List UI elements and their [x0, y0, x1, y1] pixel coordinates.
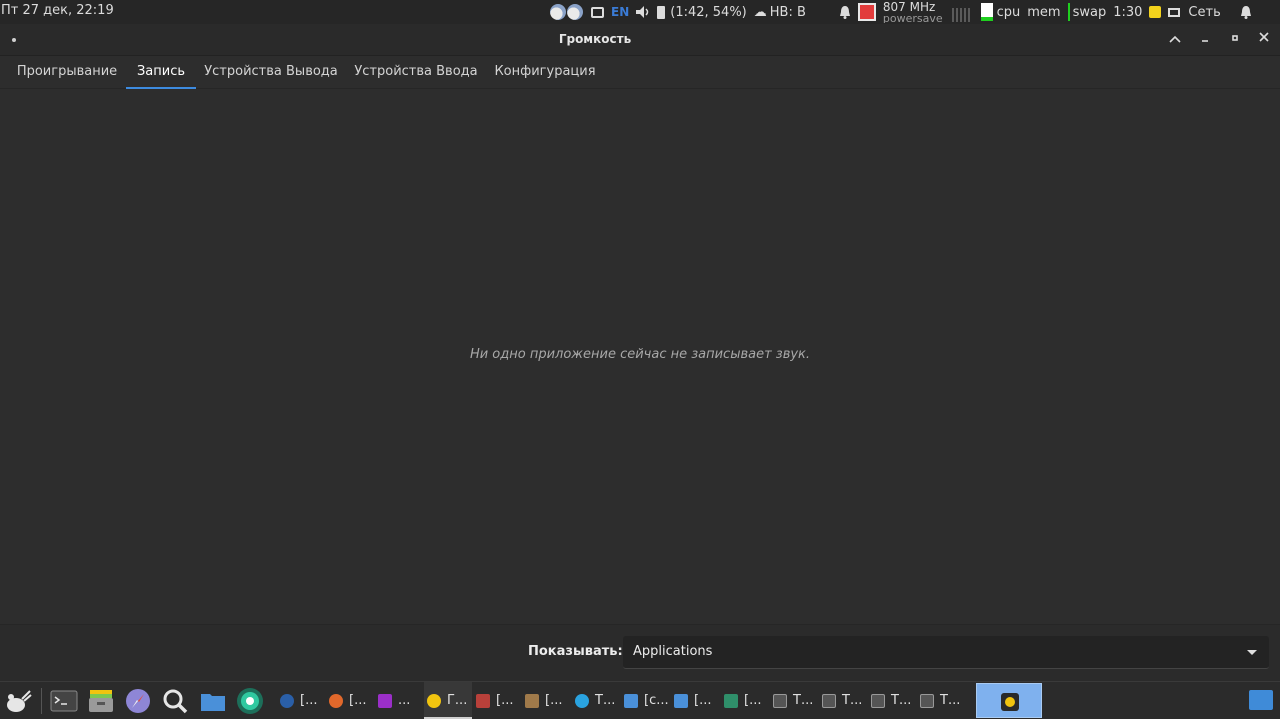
show-dropdown-value: Applications [633, 644, 713, 659]
window-titlebar[interactable]: Громкость [0, 24, 1280, 56]
search-icon[interactable] [161, 687, 189, 715]
minimize-icon [1202, 40, 1208, 42]
keyboard-layout[interactable]: EN [611, 0, 629, 24]
show-label: Показывать: [528, 644, 623, 659]
display-icon[interactable] [591, 6, 604, 18]
close-icon [1259, 32, 1269, 42]
task-item-5[interactable]: [... [476, 682, 522, 719]
maximize-icon [1232, 35, 1238, 41]
mem-monitor[interactable]: mem [1027, 0, 1060, 24]
task-item-11[interactable]: Т... [773, 682, 819, 719]
app-icon [724, 693, 738, 708]
app-menu-icon[interactable] [4, 687, 32, 715]
taskbar-separator [41, 688, 42, 714]
task-item-6[interactable]: [... [525, 682, 571, 719]
folder-icon [674, 693, 688, 708]
cpu-label: cpu [996, 4, 1021, 20]
folder-icon [624, 693, 638, 708]
clock[interactable]: Пт 27 дек, 22:19 [1, 3, 114, 18]
cpu-freq-icon[interactable] [857, 3, 876, 21]
empty-state-message: Ни одно приложение сейчас не записывает … [469, 347, 811, 362]
network-tray[interactable]: Сеть [1168, 0, 1221, 24]
terminal-icon [871, 693, 885, 708]
video-player-icon [378, 693, 392, 708]
swap-label: swap [1072, 4, 1107, 20]
tab-output-devices[interactable]: Устройства Вывода [196, 56, 346, 89]
task-item-10[interactable]: [... [724, 682, 770, 719]
taskbar: [... [... ... Г... [... [... Т... [c... … [0, 681, 1280, 719]
tab-bar: Проигрывание Запись Устройства Вывода Ус… [0, 56, 1280, 89]
task-item-1[interactable]: [... [280, 682, 326, 719]
chat-icon [575, 693, 589, 708]
task-item-volume[interactable]: Г... [424, 682, 472, 719]
task-item-14[interactable]: Т... [920, 682, 970, 719]
recorder-icon [476, 693, 490, 708]
file-manager-icon[interactable] [199, 687, 227, 715]
cloud-icon: ☁ [753, 4, 767, 20]
window-title: Громкость [558, 32, 632, 46]
globe-icon [280, 693, 294, 708]
task-item-9[interactable]: [... [674, 682, 720, 719]
battery-status: (1:42, 54%) [670, 4, 747, 20]
network-label: Сеть [1188, 4, 1221, 20]
task-item-3[interactable]: ... [378, 682, 422, 719]
archive-manager-icon[interactable] [87, 687, 115, 715]
tab-configuration[interactable]: Конфигурация [486, 56, 604, 89]
cpu-governor: powersave [882, 12, 943, 24]
volume-app-icon [427, 693, 441, 708]
chevron-down-icon [1247, 650, 1257, 655]
show-dropdown[interactable]: Applications [623, 636, 1269, 669]
terminal-icon [822, 693, 836, 708]
active-volume-task[interactable] [976, 683, 1042, 718]
weather-tray[interactable]: ☁ НВ: В [754, 0, 806, 24]
cpu-monitor[interactable]: cpu [980, 0, 1021, 24]
speaker-icon [636, 6, 649, 18]
maximize-button[interactable] [1224, 30, 1246, 50]
terminal-icon [920, 693, 934, 708]
task-item-7[interactable]: Т... [575, 682, 621, 719]
tab-input-devices[interactable]: Устройства Ввода [346, 56, 486, 89]
browser-compass-icon[interactable] [124, 687, 152, 715]
cpu-freq-widget[interactable]: 807 MHz powersave [883, 1, 943, 23]
terminal-icon [773, 693, 787, 708]
swap-monitor[interactable]: swap [1067, 0, 1107, 24]
weather-widget[interactable] [550, 0, 584, 24]
battery-tray[interactable]: (1:42, 54%) [657, 0, 747, 24]
tab-playback[interactable]: Проигрывание [8, 56, 126, 89]
task-item-8[interactable]: [c... [624, 682, 672, 719]
weather-status: НВ: В [769, 4, 806, 20]
task-item-12[interactable]: Т... [822, 682, 868, 719]
terminal-icon[interactable] [50, 687, 78, 715]
weather-icon-2 [567, 4, 583, 20]
show-desktop-button[interactable] [1249, 690, 1273, 710]
battery-icon [657, 5, 666, 19]
mail-icon [1168, 7, 1181, 17]
bell-icon[interactable] [839, 5, 851, 19]
screenshot-tool-icon[interactable] [236, 687, 264, 715]
task-item-2[interactable]: [... [329, 682, 375, 719]
mem-label: mem [1027, 4, 1061, 20]
system-tray: EN (1:42, 54%) ☁ НВ: В 807 MHz powersave [550, 0, 1259, 24]
firefox-icon [329, 693, 343, 708]
cpu-meter [980, 3, 993, 21]
chevron-up-icon [1169, 35, 1181, 43]
time-short[interactable]: 1:30 [1113, 0, 1142, 24]
weather-icon [550, 4, 566, 20]
task-item-13[interactable]: Т... [871, 682, 917, 719]
download-icon [525, 693, 539, 708]
close-button[interactable] [1253, 30, 1275, 50]
desktop-screen: Пт 27 дек, 22:19 EN (1:42, 54%) ☁ НВ: В [0, 0, 1280, 719]
filter-bar: Показывать: Applications [0, 624, 1280, 681]
tab-recording[interactable]: Запись [126, 56, 196, 89]
load-graph[interactable] [950, 2, 974, 22]
speaker-icon [1001, 693, 1019, 711]
shade-button[interactable] [1164, 30, 1186, 50]
notification-bell-icon[interactable] [1240, 5, 1252, 19]
volume-tray[interactable] [636, 0, 650, 24]
notes-icon[interactable] [1149, 6, 1162, 18]
recording-panel: Ни одно приложение сейчас не записывает … [0, 89, 1280, 624]
top-panel: Пт 27 дек, 22:19 EN (1:42, 54%) ☁ НВ: В [0, 0, 1280, 24]
swap-meter [1067, 3, 1070, 21]
minimize-button[interactable] [1194, 30, 1216, 50]
